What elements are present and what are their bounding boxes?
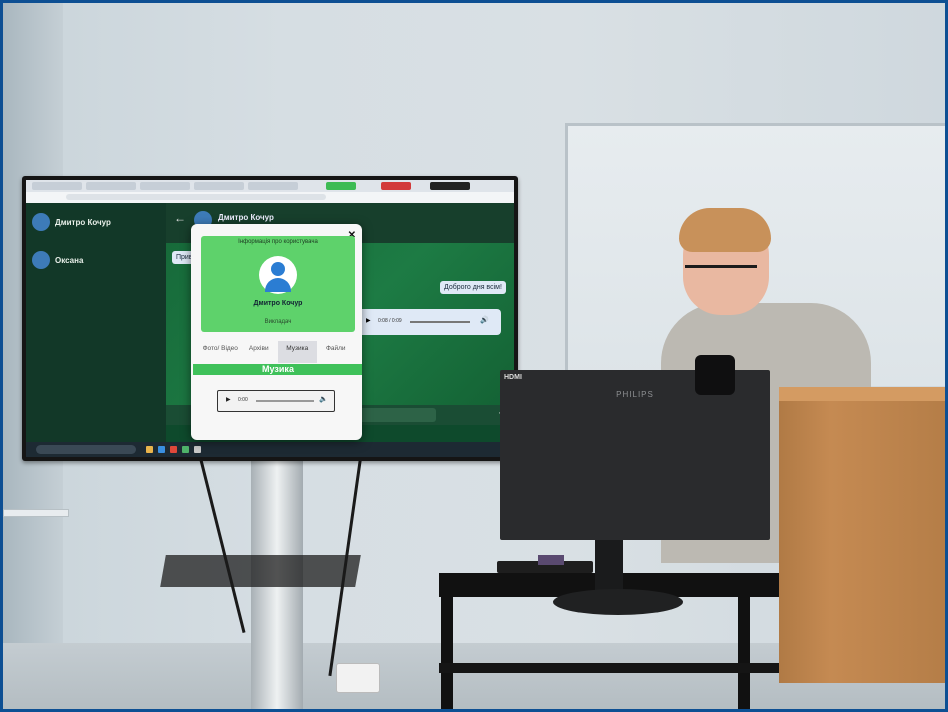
lectern-top bbox=[779, 387, 945, 401]
desk-leg bbox=[738, 597, 750, 709]
heater-pipe bbox=[3, 509, 69, 517]
player-time: 0:00 bbox=[238, 397, 248, 403]
url-field[interactable] bbox=[66, 194, 326, 200]
modal-title: Інформація про користувача bbox=[238, 239, 318, 245]
app-icon[interactable] bbox=[182, 446, 189, 453]
tab-files[interactable]: Файли bbox=[317, 341, 356, 363]
audio-player[interactable]: ▶ 0:00 🔈 bbox=[217, 390, 335, 412]
photo-frame: Дмитро Кочур Оксана ← Дмитро Кочур Прив … bbox=[3, 3, 945, 709]
glasses bbox=[685, 265, 757, 282]
player-track[interactable] bbox=[256, 400, 314, 402]
user-card: Інформація про користувача Дмитро Кочур … bbox=[201, 236, 355, 332]
app-icon[interactable] bbox=[194, 446, 201, 453]
audio-time: 0:08 / 0:09 bbox=[378, 318, 402, 324]
app-icon[interactable] bbox=[170, 446, 177, 453]
browser-tab[interactable] bbox=[140, 182, 190, 190]
tab-music[interactable]: Музика bbox=[278, 341, 317, 363]
volume-icon[interactable]: 🔈 bbox=[319, 395, 328, 403]
browser-tab[interactable] bbox=[248, 182, 298, 190]
arrow-left-icon[interactable]: ← bbox=[174, 211, 186, 225]
contact-item[interactable]: Дмитро Кочур bbox=[32, 211, 111, 233]
monitor-base bbox=[553, 589, 683, 615]
lectern bbox=[779, 387, 945, 683]
user-role: Викладач bbox=[264, 319, 292, 325]
monitor-tag: HDMI bbox=[504, 374, 522, 381]
browser-icon[interactable] bbox=[158, 446, 165, 453]
browser-tab[interactable] bbox=[86, 182, 136, 190]
desk-shelf bbox=[439, 663, 779, 673]
call-indicator[interactable] bbox=[326, 182, 356, 190]
user-avatar-icon bbox=[259, 256, 297, 294]
tv-stand-shelf bbox=[160, 555, 361, 587]
contact-name: Оксана bbox=[55, 255, 84, 265]
window-tab[interactable] bbox=[430, 182, 470, 190]
record-indicator[interactable] bbox=[381, 182, 411, 190]
user-info-modal: ✕ Інформація про користувача Дмитро Кочу… bbox=[191, 224, 362, 440]
wall-socket bbox=[336, 663, 380, 693]
volume-icon[interactable]: 🔊 bbox=[480, 316, 489, 324]
section-title: Музика bbox=[193, 364, 362, 375]
play-icon[interactable]: ▶ bbox=[366, 317, 371, 324]
tab-archives[interactable]: Архіви bbox=[240, 341, 279, 363]
contacts-sidebar: Дмитро Кочур Оксана bbox=[26, 203, 166, 443]
monitor: HDMI PHILIPS bbox=[500, 370, 770, 540]
message-bubble: Доброго дня всім! bbox=[440, 281, 506, 294]
browser-tab[interactable] bbox=[32, 182, 82, 190]
taskbar-search[interactable] bbox=[36, 445, 136, 454]
webcam-icon bbox=[695, 355, 735, 395]
media-tabs: Фото/ Відео Архіви Музика Файли bbox=[201, 341, 355, 363]
play-icon[interactable]: ▶ bbox=[226, 396, 231, 403]
chat-contact-name: Дмитро Кочур bbox=[218, 213, 274, 222]
avatar bbox=[32, 251, 50, 269]
contact-item[interactable]: Оксана bbox=[32, 249, 83, 271]
folder-icon[interactable] bbox=[146, 446, 153, 453]
browser-tab-bar bbox=[26, 180, 514, 192]
audio-message[interactable]: ▶ 0:08 / 0:09 🔊 bbox=[356, 309, 501, 335]
user-name: Дмитро Кочур bbox=[253, 300, 303, 307]
address-bar bbox=[26, 192, 514, 203]
tab-photo-video[interactable]: Фото/ Відео bbox=[201, 341, 240, 363]
avatar bbox=[32, 213, 50, 231]
person-hair bbox=[679, 208, 771, 252]
audio-track[interactable] bbox=[410, 321, 470, 323]
desk-leg bbox=[441, 597, 453, 709]
phone bbox=[538, 555, 564, 565]
taskbar bbox=[26, 442, 514, 457]
cable bbox=[199, 457, 246, 634]
browser-tab[interactable] bbox=[194, 182, 244, 190]
contact-name: Дмитро Кочур bbox=[55, 217, 111, 227]
